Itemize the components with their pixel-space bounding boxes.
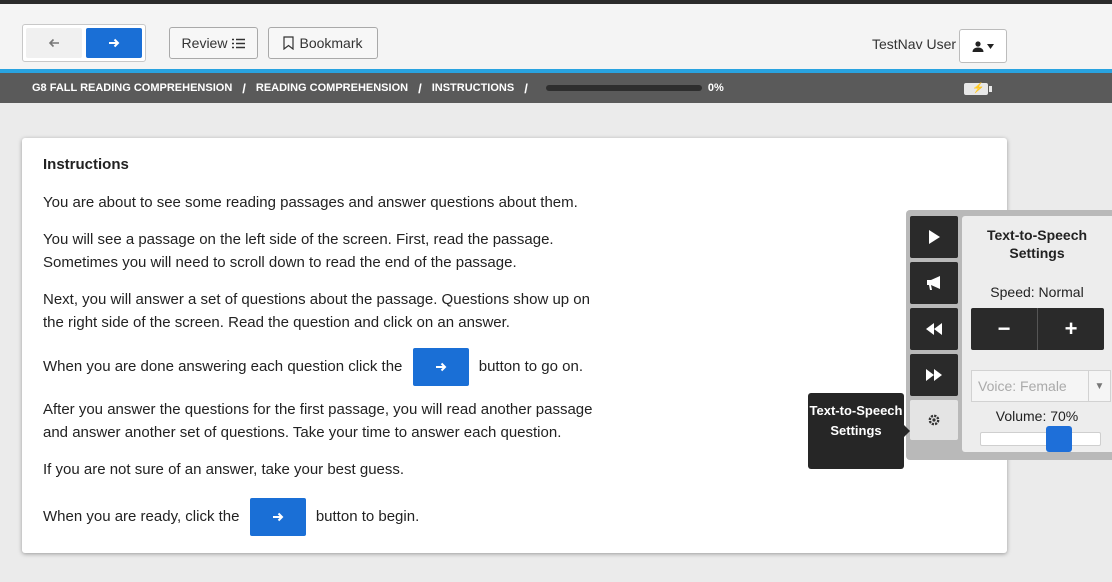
tts-speed-increase-button[interactable]: + xyxy=(1037,308,1104,350)
instruction-text: and answer another set of questions. Tak… xyxy=(43,424,562,441)
gear-icon xyxy=(928,414,940,426)
instruction-text: Next, you will answer a set of questions… xyxy=(43,291,590,308)
arrow-right-icon xyxy=(109,38,120,48)
tts-controls xyxy=(910,216,958,444)
instruction-paragraph-4: When you are done answering each questio… xyxy=(43,348,583,386)
instruction-text: When you are ready, click the xyxy=(43,507,240,525)
breadcrumb-separator: / xyxy=(524,80,528,96)
user-menu-button[interactable] xyxy=(959,29,1007,63)
tooltip-arrow xyxy=(904,425,910,437)
tts-volume-label: Volume: 70% xyxy=(995,408,1079,424)
tts-settings-tooltip: Text-to-Speech Settings xyxy=(808,393,904,469)
fast-forward-icon xyxy=(926,369,942,381)
rewind-icon xyxy=(926,323,942,335)
chevron-down-icon xyxy=(987,43,994,49)
battery-charging-icon: ⚡ xyxy=(964,82,994,95)
progress-bar xyxy=(545,85,702,91)
review-label: Review xyxy=(181,35,228,51)
instruction-text: Sometimes you will need to scroll down t… xyxy=(43,254,517,271)
page-title: Instructions xyxy=(43,156,129,173)
breadcrumb-item-test: G8 FALL READING COMPREHENSION xyxy=(32,82,233,94)
tts-volume-slider-thumb[interactable] xyxy=(1046,426,1072,452)
play-icon xyxy=(929,230,940,244)
person-icon xyxy=(972,40,984,52)
instruction-text: When you are done answering each questio… xyxy=(43,357,403,375)
tts-rewind-button[interactable] xyxy=(910,308,958,350)
breadcrumb-item-page: INSTRUCTIONS xyxy=(431,82,515,94)
tts-speed-stepper: − + xyxy=(971,308,1104,350)
instruction-paragraph-1: You are about to see some reading passag… xyxy=(43,191,578,214)
instruction-text: button to go on. xyxy=(478,357,583,375)
review-button[interactable]: Review xyxy=(169,27,258,59)
arrow-right-icon xyxy=(272,512,284,522)
tts-settings-title: Text-to-Speech Settings xyxy=(986,227,1088,261)
breadcrumb-separator: / xyxy=(242,80,246,96)
instruction-text: After you answer the questions for the f… xyxy=(43,401,593,418)
tts-settings-panel: Text-to-Speech Settings Speed: Normal − … xyxy=(962,216,1112,452)
instruction-text: You will see a passage on the left side … xyxy=(43,231,554,248)
tts-volume-slider[interactable] xyxy=(980,426,1101,452)
instructions-card: Instructions You are about to see some r… xyxy=(22,138,1007,553)
breadcrumb-item-section: READING COMPREHENSION xyxy=(255,82,409,94)
arrow-left-icon xyxy=(48,38,59,48)
tts-voice-select[interactable]: Voice: Female ▼ xyxy=(971,370,1111,402)
forward-button[interactable] xyxy=(86,28,142,58)
instruction-text: You are about to see some reading passag… xyxy=(43,194,578,211)
instruction-text: button to begin. xyxy=(315,507,420,525)
text-to-speech-panel: Text-to-Speech Settings Speed: Normal − … xyxy=(906,210,1112,460)
tts-play-button[interactable] xyxy=(910,216,958,258)
list-icon xyxy=(232,38,246,48)
tts-voice-value: Voice: Female xyxy=(978,378,1067,394)
bookmark-icon xyxy=(283,36,295,50)
back-button[interactable] xyxy=(26,28,82,58)
bookmark-button[interactable]: Bookmark xyxy=(268,27,378,59)
megaphone-icon xyxy=(927,276,940,290)
instruction-paragraph-7: When you are ready, click the button to … xyxy=(43,498,419,536)
tts-speak-button[interactable] xyxy=(910,262,958,304)
breadcrumb: G8 FALL READING COMPREHENSION / READING … xyxy=(0,73,1112,103)
tts-settings-button[interactable] xyxy=(910,400,958,440)
chevron-down-icon: ▼ xyxy=(1088,371,1110,401)
toolbar: Review Bookmark TestNav User xyxy=(0,4,1112,70)
breadcrumb-separator: / xyxy=(418,80,422,96)
tts-speed-label: Speed: Normal xyxy=(990,284,1084,300)
inline-forward-button[interactable] xyxy=(249,498,306,536)
inline-forward-button[interactable] xyxy=(412,348,469,386)
instruction-paragraph-2: You will see a passage on the left side … xyxy=(43,228,554,274)
instruction-paragraph-5: After you answer the questions for the f… xyxy=(43,398,592,444)
instruction-text: If you are not sure of an answer, take y… xyxy=(43,461,405,478)
progress-percent: 0% xyxy=(707,82,724,94)
instruction-paragraph-6: If you are not sure of an answer, take y… xyxy=(43,458,404,481)
navigation-group xyxy=(22,24,146,62)
bookmark-label: Bookmark xyxy=(299,35,363,51)
tts-fast-forward-button[interactable] xyxy=(910,354,958,396)
instruction-text: the right side of the screen. Read the q… xyxy=(43,314,510,331)
instruction-paragraph-3: Next, you will answer a set of questions… xyxy=(43,288,590,334)
arrow-right-icon xyxy=(435,362,446,372)
tts-speed-decrease-button[interactable]: − xyxy=(971,308,1037,350)
user-name: TestNav User xyxy=(872,36,957,52)
